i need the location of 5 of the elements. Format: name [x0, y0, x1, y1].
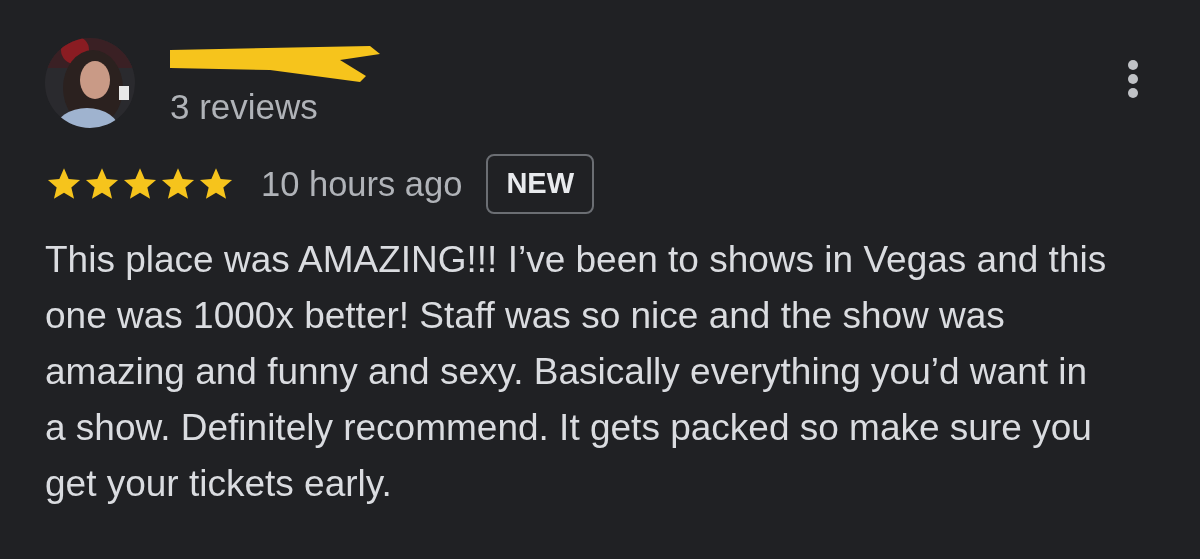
- new-badge: NEW: [486, 154, 595, 214]
- more-options-icon[interactable]: [1125, 59, 1141, 99]
- review-text: This place was AMAZING!!! I’ve been to shows in Vegas and this one was 1000x better! Staff was so nice and the show was amazing and funny and sexy. Basically everything you’d want in a show. Definitely recommend. It gets packed so make sure you get your tickets early.: [45, 238, 1108, 506]
- review-count: 3 reviews: [170, 88, 319, 126]
- review-time: 10 hours ago: [261, 164, 463, 204]
